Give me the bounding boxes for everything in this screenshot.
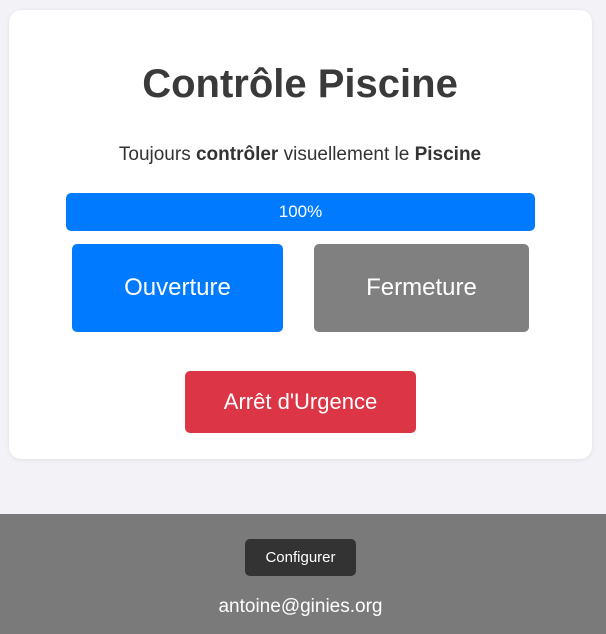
subtitle-text-2: visuellement le [278, 144, 415, 165]
configure-button[interactable]: Configurer [245, 539, 356, 576]
subtitle: Toujours contrôler visuellement le Pisci… [0, 143, 600, 167]
page-title: Contrôle Piscine [142, 62, 458, 106]
subtitle-bold-1: contrôler [195, 144, 279, 165]
progress-label: 100% [278, 202, 323, 221]
subtitle-text-1: Toujours [118, 144, 196, 165]
footer: Configurer antoine@ginies.org [0, 514, 606, 634]
footer-email: antoine@ginies.org [218, 596, 383, 617]
close-button[interactable]: Fermeture [314, 244, 529, 332]
subtitle-bold-2: Piscine [414, 144, 482, 165]
emergency-stop-button[interactable]: Arrêt d'Urgence [185, 371, 416, 433]
progress-bar: 100% [66, 193, 535, 231]
open-button[interactable]: Ouverture [72, 244, 283, 332]
